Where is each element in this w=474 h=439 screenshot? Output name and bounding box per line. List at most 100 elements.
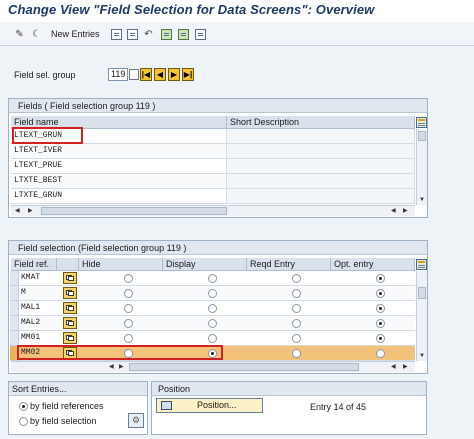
- reqd-radio[interactable]: [292, 304, 301, 313]
- fields-panel-header: Fields ( Field selection group 119 ): [9, 99, 427, 113]
- table-settings-icon[interactable]: [416, 259, 427, 270]
- entry-counter: Entry 14 of 45: [310, 402, 367, 412]
- opt-radio[interactable]: [376, 274, 385, 283]
- opt-radio[interactable]: [376, 349, 385, 358]
- table-settings-icon[interactable]: [416, 117, 427, 128]
- sort-by-field-references-label: by field references: [30, 401, 104, 411]
- opt-radio[interactable]: [376, 289, 385, 298]
- scroll-thumb[interactable]: [418, 287, 426, 299]
- table-row[interactable]: LTXTE_BEST: [11, 174, 227, 189]
- display-radio[interactable]: [208, 274, 217, 283]
- column-opt-entry[interactable]: Opt. entry: [331, 258, 415, 271]
- opt-radio[interactable]: [376, 334, 385, 343]
- scroll-down-icon[interactable]: ▼: [419, 352, 425, 360]
- scroll-left-icon[interactable]: ◀: [391, 363, 396, 371]
- fields-horizontal-scrollbar[interactable]: ◀ ▶ ◀ ▶: [11, 205, 415, 216]
- field-sel-group-input[interactable]: 119: [108, 68, 128, 81]
- delete-icon[interactable]: [126, 28, 139, 41]
- table-row[interactable]: LTEXT_PRUE: [11, 159, 227, 174]
- edit-pencil-icon[interactable]: ✎: [13, 28, 26, 41]
- display-glasses-icon[interactable]: ☾: [30, 28, 43, 41]
- sort-by-field-references-radio[interactable]: [19, 402, 28, 411]
- scroll-thumb[interactable]: [129, 363, 359, 371]
- row-selector[interactable]: [10, 331, 19, 346]
- column-field-ref[interactable]: Field ref.: [11, 258, 57, 271]
- table-row[interactable]: MAL1: [10, 301, 415, 316]
- row-selector[interactable]: [10, 316, 19, 331]
- reqd-radio[interactable]: [292, 334, 301, 343]
- field-ref-details-icon[interactable]: [63, 317, 77, 329]
- field-ref-cell: M: [21, 288, 26, 297]
- scroll-right-icon[interactable]: ▶: [119, 363, 124, 371]
- opt-radio[interactable]: [376, 304, 385, 313]
- scroll-down-icon[interactable]: ▼: [419, 196, 425, 204]
- scroll-thumb[interactable]: [41, 207, 227, 215]
- sort-execute-button[interactable]: ⚙: [128, 413, 144, 428]
- scroll-right-icon[interactable]: ▶: [403, 363, 408, 371]
- row-selector[interactable]: [10, 286, 19, 301]
- next-page-icon[interactable]: ▶: [168, 68, 180, 81]
- display-radio[interactable]: [208, 334, 217, 343]
- hide-radio[interactable]: [124, 289, 133, 298]
- selection-vertical-scrollbar[interactable]: ▼: [416, 271, 427, 361]
- field-ref-details-icon[interactable]: [63, 332, 77, 344]
- copy-small-icon[interactable]: [129, 69, 139, 80]
- select-block-icon[interactable]: [177, 28, 190, 41]
- scroll-left-icon[interactable]: ◀: [109, 363, 114, 371]
- hide-radio[interactable]: [124, 319, 133, 328]
- fields-vertical-scrollbar[interactable]: ▼: [416, 129, 427, 205]
- column-short-description[interactable]: Short Description: [227, 116, 415, 129]
- table-row[interactable]: LTXTE_GRUN: [11, 189, 227, 204]
- hide-radio[interactable]: [124, 274, 133, 283]
- column-reqd-entry[interactable]: Reqd Entry: [247, 258, 331, 271]
- new-entries-button[interactable]: New Entries: [51, 29, 100, 39]
- hide-radio[interactable]: [124, 334, 133, 343]
- selection-horizontal-scrollbar[interactable]: ◀ ▶ ◀ ▶: [11, 361, 415, 372]
- select-all-icon[interactable]: [160, 28, 173, 41]
- reqd-radio[interactable]: [292, 349, 301, 358]
- last-page-icon[interactable]: ▶|: [182, 68, 194, 81]
- table-cell-description: [227, 189, 415, 204]
- scroll-right-icon[interactable]: ▶: [403, 207, 408, 215]
- row-selector[interactable]: [10, 271, 19, 286]
- table-row[interactable]: MAL2: [10, 316, 415, 331]
- sort-entries-header: Sort Entries...: [9, 382, 147, 396]
- table-row[interactable]: LTEXT_IVER: [11, 144, 227, 159]
- display-radio[interactable]: [208, 304, 217, 313]
- position-button[interactable]: Position...: [156, 398, 263, 413]
- opt-radio[interactable]: [376, 319, 385, 328]
- row-selector[interactable]: [10, 301, 19, 316]
- column-display[interactable]: Display: [163, 258, 247, 271]
- annotation-highlight: [17, 345, 223, 360]
- deselect-all-icon[interactable]: [194, 28, 207, 41]
- first-page-icon[interactable]: |◀: [140, 68, 152, 81]
- field-ref-details-icon[interactable]: [63, 287, 77, 299]
- table-row[interactable]: M: [10, 286, 415, 301]
- table-row[interactable]: MM01: [10, 331, 415, 346]
- scroll-left-icon[interactable]: ◀: [391, 207, 396, 215]
- annotation-highlight: [12, 127, 83, 144]
- field-ref-cell: MM01: [21, 333, 41, 342]
- field-sel-group-label: Field sel. group: [14, 70, 76, 80]
- display-radio[interactable]: [208, 289, 217, 298]
- fields-panel-subtitle: ( Field selection group 119 ): [44, 101, 156, 111]
- reqd-radio[interactable]: [292, 274, 301, 283]
- scroll-thumb[interactable]: [418, 131, 426, 141]
- undo-icon[interactable]: ↶: [142, 28, 155, 41]
- scroll-left-icon[interactable]: ◀: [15, 207, 20, 215]
- scroll-right-icon[interactable]: ▶: [28, 207, 33, 215]
- column-hide[interactable]: Hide: [79, 258, 163, 271]
- column-ref-button: [57, 258, 79, 271]
- sort-by-field-selection-radio[interactable]: [19, 417, 28, 426]
- position-header: Position: [152, 382, 426, 396]
- hide-radio[interactable]: [124, 304, 133, 313]
- fields-panel-title: Fields: [18, 101, 43, 111]
- previous-page-icon[interactable]: ◀: [154, 68, 166, 81]
- table-row[interactable]: KMAT: [10, 271, 415, 286]
- display-radio[interactable]: [208, 319, 217, 328]
- copy-icon[interactable]: [110, 28, 123, 41]
- reqd-radio[interactable]: [292, 289, 301, 298]
- field-ref-details-icon[interactable]: [63, 302, 77, 314]
- reqd-radio[interactable]: [292, 319, 301, 328]
- field-ref-details-icon[interactable]: [63, 272, 77, 284]
